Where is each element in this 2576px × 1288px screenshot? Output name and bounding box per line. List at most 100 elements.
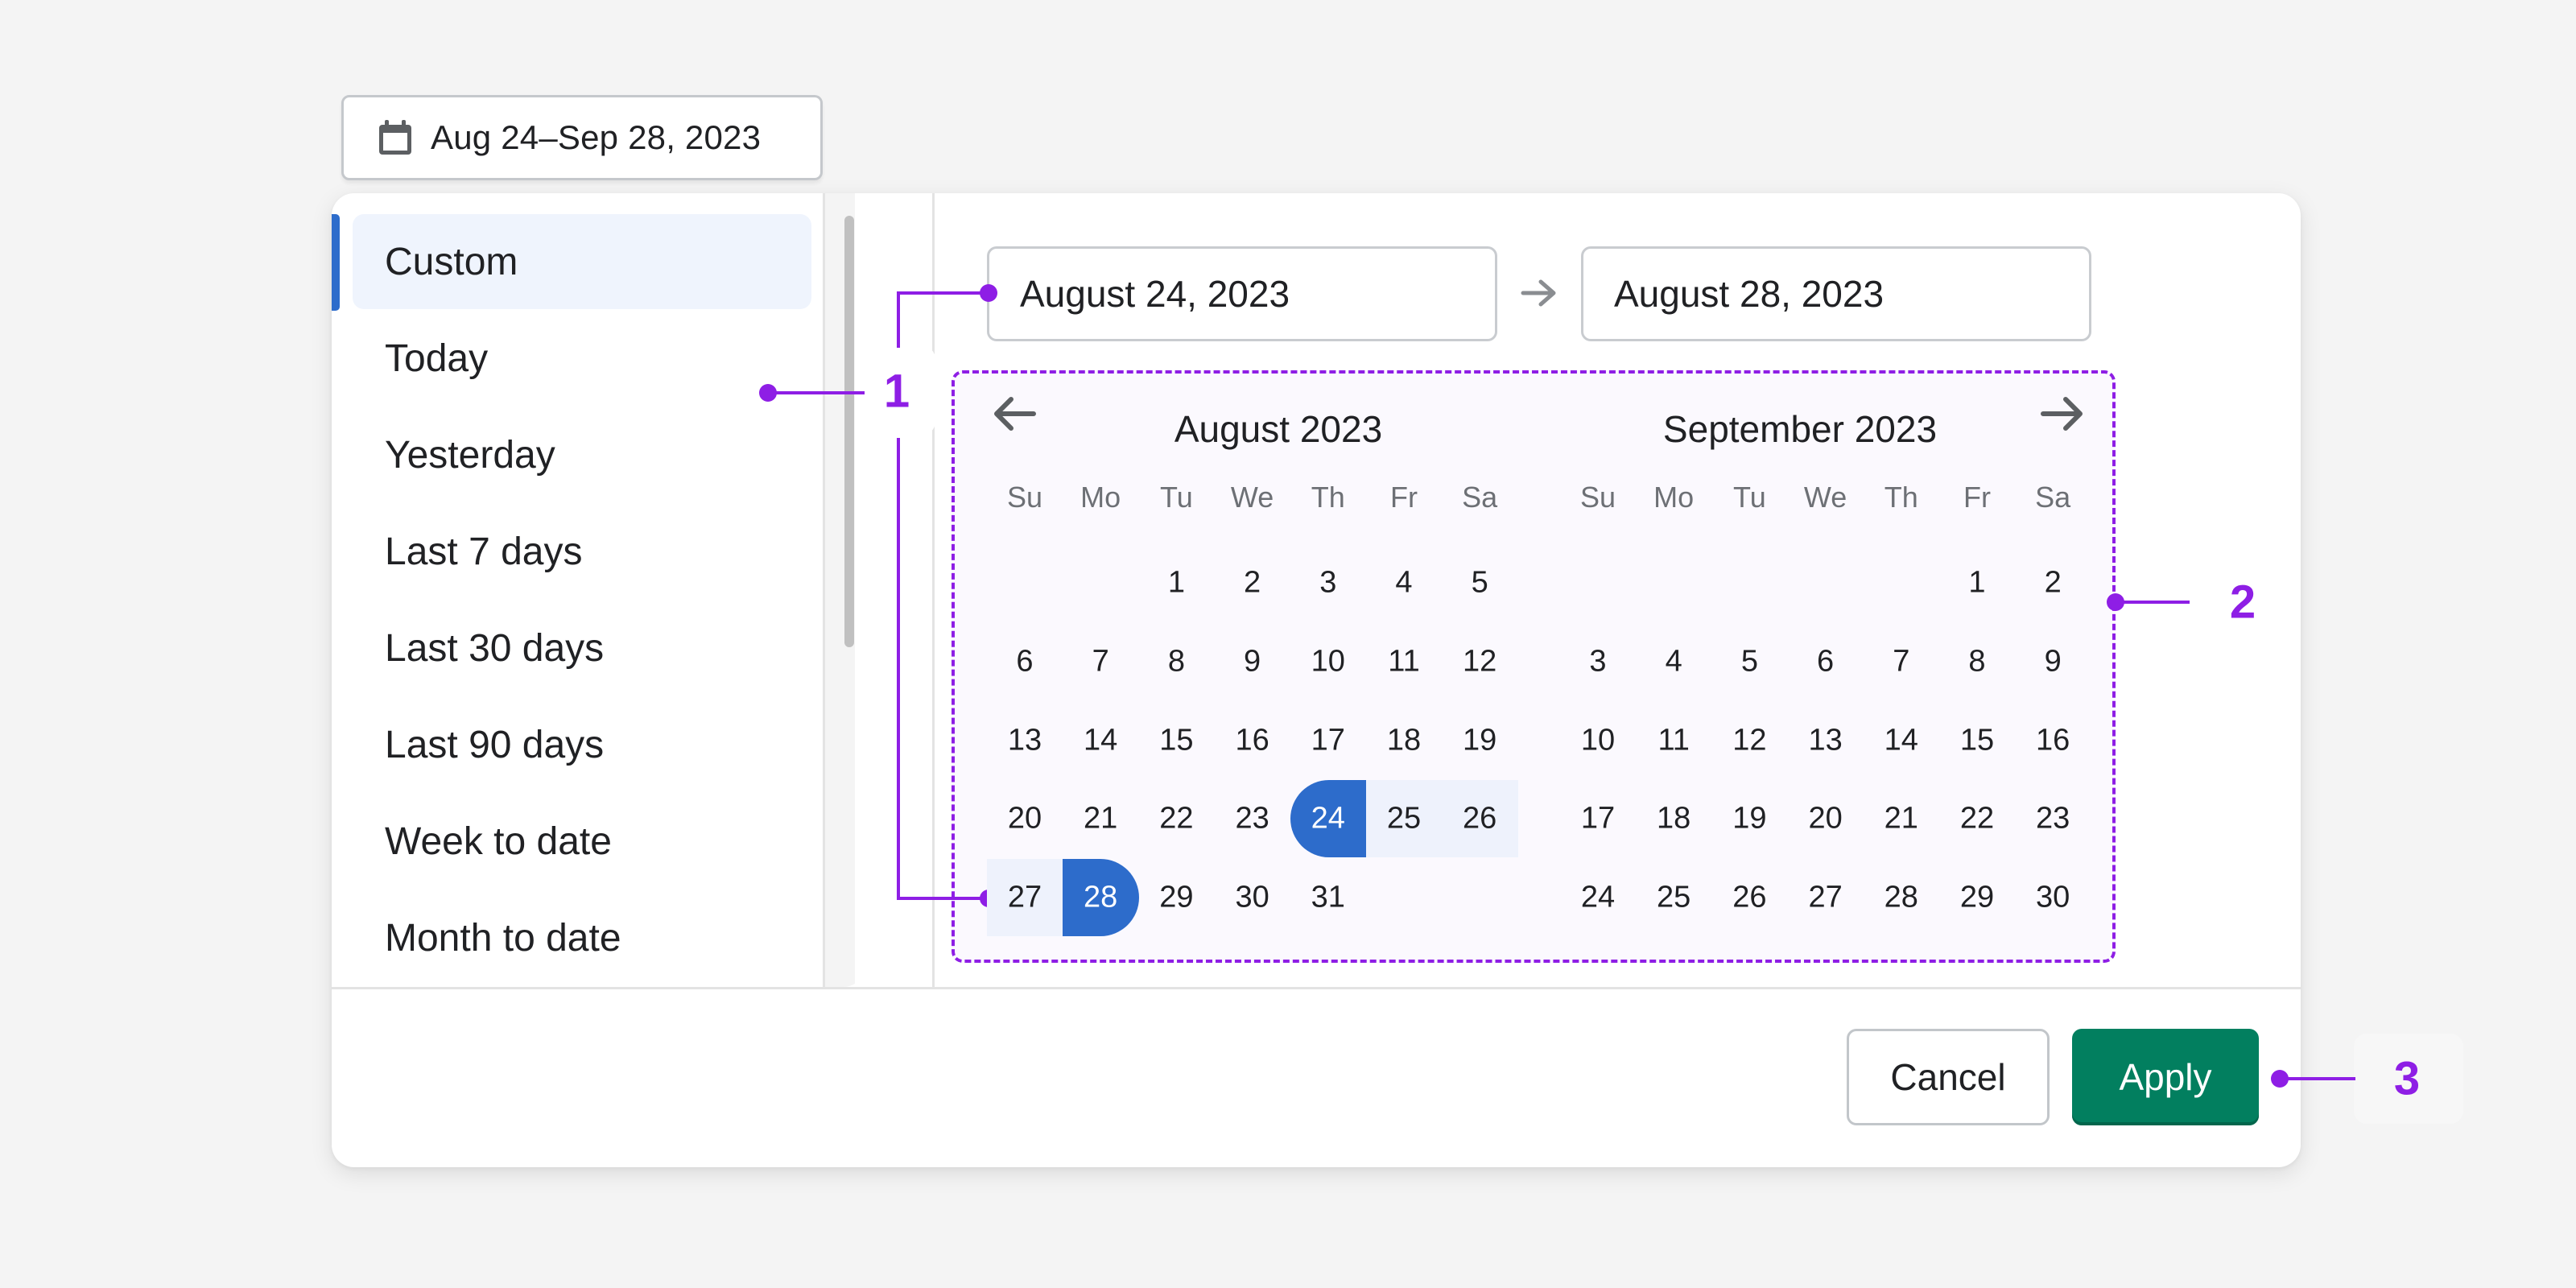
day-cell-selected[interactable]: 24 [1311,802,1345,836]
month-title-august: August 2023 [1174,408,1383,450]
day-cell[interactable]: 21 [1885,802,1918,836]
day-cell[interactable]: 8 [1168,644,1185,679]
next-month-button[interactable] [2038,394,2087,433]
day-cell[interactable]: 22 [1960,802,1994,836]
day-cell-in-range[interactable]: 25 [1387,802,1421,836]
day-cell[interactable]: 8 [1968,644,1985,679]
annotation-1-number: 1 [883,365,910,418]
weekday-header: Th [1311,481,1345,514]
preset-yesterday[interactable]: Yesterday [353,407,811,502]
day-cell[interactable]: 12 [1732,723,1766,758]
day-cell-selected[interactable]: 28 [1084,881,1117,915]
day-cell[interactable]: 13 [1808,723,1842,758]
day-cell[interactable]: 11 [1388,644,1419,679]
day-cell[interactable]: 20 [1008,802,1042,836]
day-cell[interactable]: 3 [1589,644,1606,679]
day-cell[interactable]: 17 [1581,802,1615,836]
preset-list: Custom Today Yesterday Last 7 days Last … [332,193,855,989]
day-cell[interactable]: 29 [1159,881,1193,915]
day-cell[interactable]: 5 [1741,644,1758,679]
annotation-2-leader [2116,601,2190,604]
day-cell[interactable]: 12 [1463,644,1496,679]
day-cell[interactable]: 30 [2036,881,2070,915]
day-cell[interactable]: 9 [2045,644,2062,679]
day-cell[interactable]: 10 [1581,723,1615,758]
month-title-september: September 2023 [1662,408,1938,450]
day-cell[interactable]: 17 [1311,723,1345,758]
day-cell[interactable]: 5 [1472,566,1488,601]
start-date-input[interactable]: August 24, 2023 [987,246,1497,341]
day-cell[interactable]: 15 [1960,723,1994,758]
date-range-trigger-button[interactable]: Aug 24–Sep 28, 2023 [341,95,823,180]
weekday-header: Mo [1653,481,1695,514]
day-cell[interactable]: 14 [1885,723,1918,758]
start-date-value: August 24, 2023 [1020,273,1290,315]
day-cell[interactable]: 16 [1235,723,1269,758]
day-cell-in-range[interactable]: 27 [1008,881,1042,915]
preset-week-to-date[interactable]: Week to date [353,794,811,889]
day-cell[interactable]: 19 [1732,802,1766,836]
day-cell[interactable]: 4 [1666,644,1682,679]
day-cell[interactable]: 13 [1008,723,1042,758]
preset-last-7-days[interactable]: Last 7 days [353,504,811,599]
day-cell[interactable]: 11 [1657,723,1689,758]
day-cell[interactable]: 1 [1168,566,1185,601]
apply-button[interactable]: Apply [2072,1029,2259,1125]
weekday-header: Sa [2035,481,2071,514]
day-cell-in-range[interactable]: 26 [1463,802,1496,836]
weekday-header: We [1803,481,1847,514]
day-cell[interactable]: 20 [1808,802,1842,836]
day-cell[interactable]: 27 [1808,881,1842,915]
weekday-header: Fr [1390,481,1418,514]
annotation-1-leader-left [768,391,865,394]
annotation-1-leader-input [897,291,989,295]
annotation-2-number: 2 [2229,576,2256,629]
day-cell[interactable]: 7 [1893,644,1909,679]
end-date-input[interactable]: August 28, 2023 [1581,246,2091,341]
day-cell[interactable]: 23 [1235,802,1269,836]
scrollbar-thumb[interactable] [844,216,854,647]
weekday-header: We [1230,481,1274,514]
day-cell[interactable]: 31 [1311,881,1345,915]
day-cell[interactable]: 2 [1244,566,1261,601]
prev-month-button[interactable] [990,394,1038,433]
weekday-header: Sa [1462,481,1498,514]
day-cell[interactable]: 21 [1084,802,1117,836]
day-cell[interactable]: 6 [1817,644,1834,679]
day-cell[interactable]: 29 [1960,881,1994,915]
day-cell[interactable]: 24 [1581,881,1615,915]
day-cell[interactable]: 7 [1092,644,1109,679]
annotation-1-dot-presets [759,384,777,402]
preset-last-30-days[interactable]: Last 30 days [353,601,811,696]
day-cell[interactable]: 14 [1084,723,1117,758]
weekday-header: Fr [1963,481,1991,514]
day-cell[interactable]: 15 [1159,723,1193,758]
day-cell[interactable]: 25 [1657,881,1690,915]
annotation-1-leader-up [897,291,900,348]
day-cell[interactable]: 19 [1463,723,1496,758]
day-cell[interactable]: 3 [1319,566,1336,601]
day-cell[interactable]: 30 [1235,881,1269,915]
day-cell[interactable]: 9 [1244,644,1261,679]
day-cell[interactable]: 23 [2036,802,2070,836]
preset-month-to-date[interactable]: Month to date [353,890,811,985]
preset-scrollbar[interactable] [823,193,855,987]
day-cell[interactable]: 1 [1968,566,1985,601]
day-cell[interactable]: 18 [1387,723,1421,758]
cancel-button[interactable]: Cancel [1847,1029,2050,1125]
day-cell[interactable]: 16 [2036,723,2070,758]
day-cell[interactable]: 26 [1732,881,1766,915]
day-cell[interactable]: 6 [1016,644,1033,679]
day-cell[interactable]: 2 [2045,566,2062,601]
weekday-header: Mo [1080,481,1121,514]
end-date-value: August 28, 2023 [1614,273,1885,315]
day-cell[interactable]: 18 [1657,802,1690,836]
day-cell[interactable]: 22 [1159,802,1193,836]
preset-custom[interactable]: Custom [353,214,811,309]
preset-last-90-days[interactable]: Last 90 days [353,697,811,792]
day-cell[interactable]: 10 [1311,644,1345,679]
preset-today[interactable]: Today [353,311,811,406]
active-indicator [332,214,340,311]
day-cell[interactable]: 4 [1395,566,1412,601]
day-cell[interactable]: 28 [1885,881,1918,915]
